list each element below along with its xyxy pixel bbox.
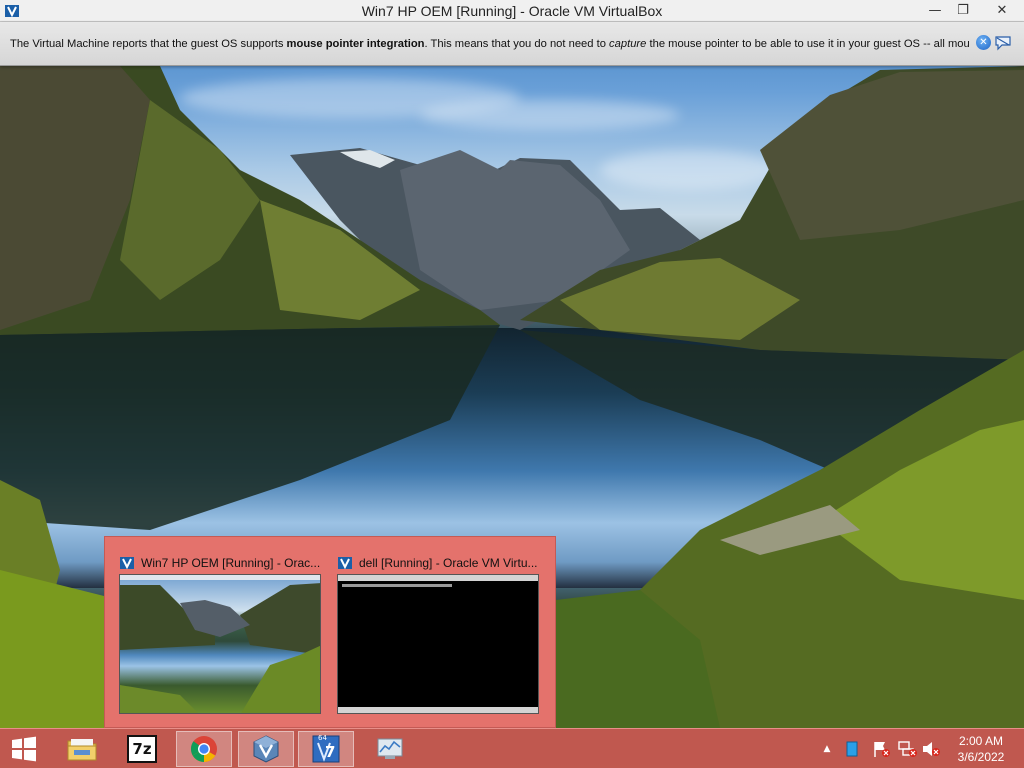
- thumbnail-title-text: dell [Running] - Oracle VM Virtu...: [359, 556, 538, 570]
- thumbnail-title-text: Win7 HP OEM [Running] - Orac...: [141, 556, 321, 570]
- vbox-win7-bits: 64: [318, 734, 327, 742]
- close-window-button[interactable]: ✕: [984, 0, 1020, 21]
- 7zip-label: 7z: [132, 740, 152, 758]
- resource-monitor-button[interactable]: [362, 731, 418, 767]
- clock-date: 3/6/2022: [957, 750, 1005, 764]
- minimize-icon: —: [928, 3, 942, 18]
- thumbnail-console-line: [342, 584, 452, 587]
- taskbar: 7z 64 7 ▲ 2:00 AM 3/6/2022: [0, 728, 1024, 768]
- close-icon: ✕: [979, 37, 988, 48]
- banner-text-italic: capture: [609, 37, 647, 50]
- window-title: Win7 HP OEM [Running] - Oracle VM Virtua…: [361, 2, 663, 19]
- virtualbox-icon[interactable]: [2, 1, 22, 21]
- mouse-integration-banner: The Virtual Machine reports that the gue…: [0, 22, 1024, 66]
- thumbnail-menubar: [338, 575, 538, 581]
- restore-icon: ❐: [957, 3, 969, 18]
- folder-icon: [67, 739, 97, 761]
- file-explorer-button[interactable]: [54, 731, 110, 767]
- flag-alert-icon: [874, 742, 890, 757]
- virtualbox-button[interactable]: [238, 731, 294, 767]
- thumbnail-landscape: [120, 583, 320, 713]
- thumbnail-statusbar: [338, 707, 538, 713]
- chrome-icon: [190, 736, 217, 763]
- thumbnail-title[interactable]: Win7 HP OEM [Running] - Orac...: [119, 554, 324, 572]
- 7zip-button[interactable]: 7z: [114, 731, 170, 767]
- chrome-button[interactable]: [176, 731, 232, 767]
- action-center-button[interactable]: [870, 729, 894, 768]
- thumbnail-preview[interactable]: [337, 574, 539, 714]
- window-titlebar[interactable]: Win7 HP OEM [Running] - Oracle VM Virtua…: [0, 0, 1024, 22]
- banner-text-part2: . This means that you do not need to: [424, 37, 610, 50]
- network-alert-icon: [898, 741, 917, 757]
- banner-text-part3: the mouse pointer to be able to use it i…: [646, 37, 970, 50]
- tray-app-button[interactable]: [842, 729, 862, 768]
- 7zip-icon: 7z: [127, 735, 157, 763]
- virtualbox-icon: [253, 735, 279, 763]
- banner-message: The Virtual Machine reports that the gue…: [10, 38, 970, 50]
- speech-bubble-icon: [995, 35, 1011, 50]
- volume-button[interactable]: [920, 729, 942, 768]
- banner-close-button[interactable]: ✕: [976, 35, 991, 50]
- banner-do-not-show-button[interactable]: [994, 34, 1012, 51]
- start-button[interactable]: [0, 731, 48, 767]
- clock[interactable]: 2:00 AM 3/6/2022: [946, 733, 1016, 765]
- chevron-up-icon: ▲: [823, 744, 831, 754]
- blue-square-icon: [846, 741, 858, 757]
- vbox-win7-version: 7: [325, 743, 336, 761]
- windows-logo-icon: [12, 736, 36, 762]
- network-button[interactable]: [896, 729, 920, 768]
- monitor-icon: [377, 738, 403, 759]
- show-hidden-icons-button[interactable]: ▲: [818, 729, 836, 768]
- clock-time: 2:00 AM: [958, 734, 1004, 748]
- thumbnail-title[interactable]: dell [Running] - Oracle VM Virtu...: [337, 554, 542, 572]
- virtualbox-icon: [338, 557, 352, 570]
- restore-button[interactable]: ❐: [946, 0, 980, 21]
- virtualbox-icon: [120, 557, 134, 570]
- taskbar-thumbnail-popup: Win7 HP OEM [Running] - Orac... dell [Ru…: [104, 536, 556, 728]
- virtualbox-win7-button[interactable]: 64 7: [298, 731, 354, 767]
- banner-text-part1: The Virtual Machine reports that the gue…: [10, 37, 287, 50]
- speaker-muted-icon: [923, 742, 940, 756]
- close-icon: ✕: [996, 3, 1008, 18]
- thumbnail-preview[interactable]: [119, 574, 321, 714]
- virtualbox-win7-icon: 64 7: [310, 733, 342, 765]
- banner-text-bold: mouse pointer integration: [286, 37, 425, 50]
